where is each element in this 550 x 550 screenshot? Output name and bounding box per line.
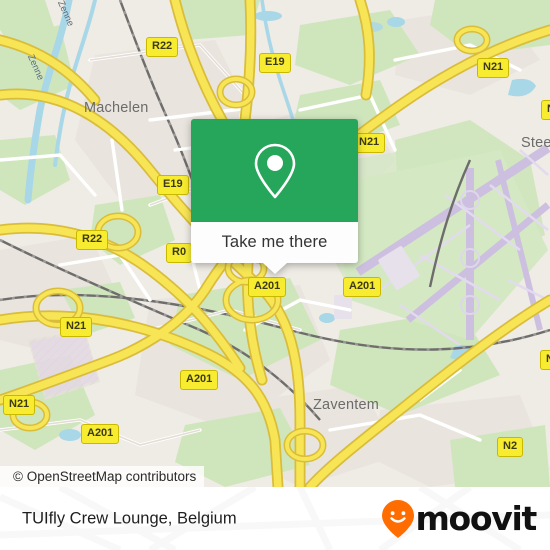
road-shield: R22 <box>146 37 179 57</box>
road-shield: E19 <box>259 53 291 73</box>
footer-bar: TUIfly Crew Lounge, Belgium moovit <box>0 487 550 550</box>
road-shield: N2 <box>497 437 524 457</box>
take-me-there-label: Take me there <box>221 233 328 251</box>
road-shield: A201 <box>248 277 287 297</box>
moovit-place-card-screenshot: Machelen Zaventem Steen Zenne Zenne R22 … <box>0 0 550 550</box>
road-shield: N21 <box>60 317 93 337</box>
osm-attribution[interactable]: © OpenStreetMap contributors <box>0 466 205 487</box>
callout-action-panel[interactable]: Take me there <box>191 222 358 274</box>
callout-pointer <box>262 263 287 274</box>
road-shield: N21 <box>477 58 510 78</box>
road-shield: A201 <box>343 277 382 297</box>
road-shield: A201 <box>180 370 219 390</box>
place-title: TUIfly Crew Lounge, Belgium <box>22 509 237 527</box>
location-pin-icon <box>254 143 295 198</box>
road-shield: R0 <box>166 243 193 263</box>
moovit-wordmark: moovit <box>415 499 537 538</box>
moovit-smiley-pin-icon <box>382 499 415 538</box>
road-shield: A201 <box>81 424 120 444</box>
road-shield: N <box>541 100 550 120</box>
road-shield: N <box>540 350 550 370</box>
callout-icon-panel <box>191 119 358 222</box>
road-shield: R22 <box>76 230 109 250</box>
road-shield: E19 <box>157 175 189 195</box>
moovit-brand-logo[interactable]: moovit <box>382 499 537 538</box>
place-callout-card[interactable]: Take me there <box>191 119 358 274</box>
road-shield: N21 <box>3 395 36 415</box>
map-canvas[interactable]: Machelen Zaventem Steen Zenne Zenne R22 … <box>0 0 550 487</box>
